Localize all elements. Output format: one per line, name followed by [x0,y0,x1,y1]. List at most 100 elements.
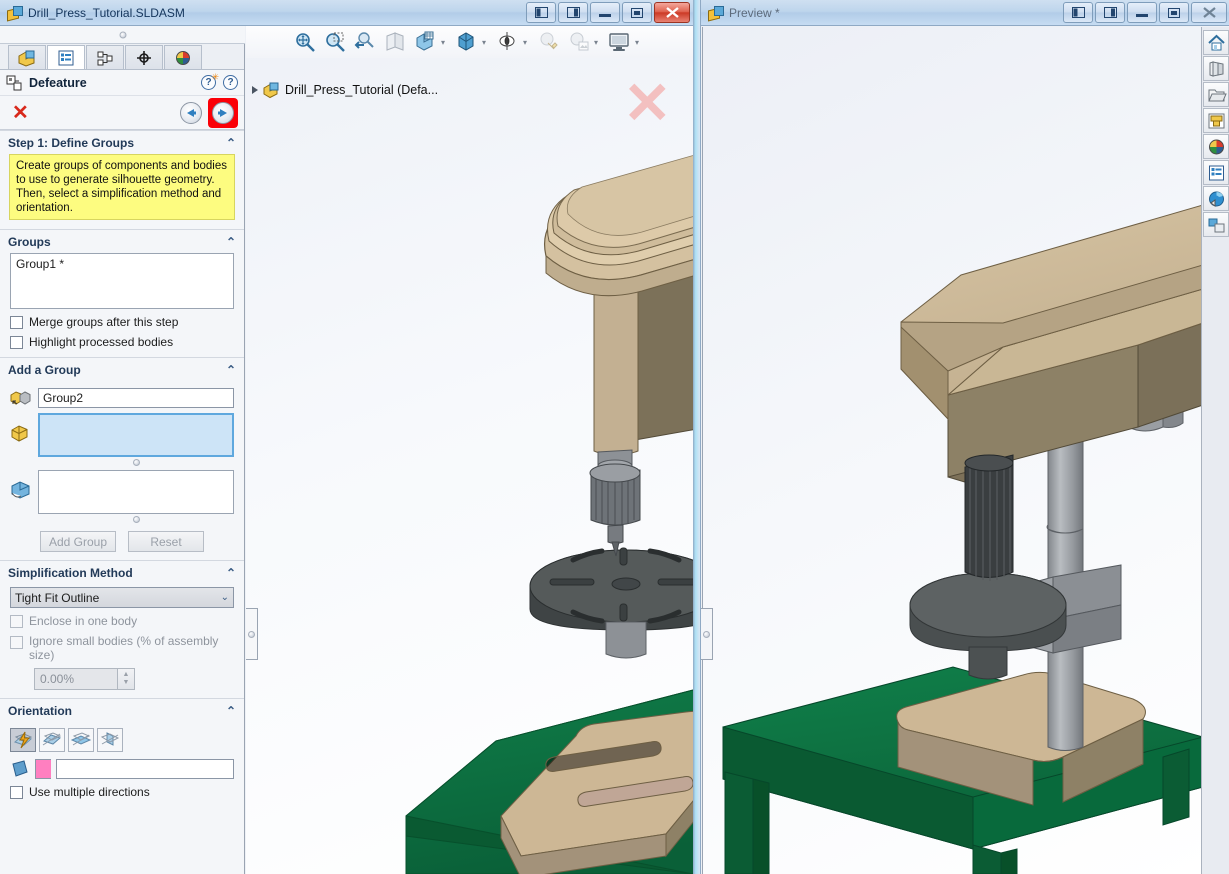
simplification-method-value: Tight Fit Outline [15,590,100,605]
property-list-icon [58,50,74,65]
minimize-button[interactable] [1127,2,1157,23]
next-button-highlight [208,97,238,128]
back-arrow-icon[interactable] [180,101,202,124]
chevron-down-icon[interactable]: ⌄ [221,592,229,603]
section-orientation: Orientation ⌃ Use multiple directions [0,698,244,807]
add-group-button[interactable]: Add Group [40,531,116,552]
merge-groups-checkbox-row[interactable]: Merge groups after this step [10,315,234,329]
reset-button[interactable]: Reset [128,531,204,552]
simplification-method-select[interactable]: Tight Fit Outline ⌄ [10,587,234,608]
feature-tree-tab[interactable] [8,45,46,69]
view-palette-icon[interactable] [1203,108,1229,133]
list-item[interactable]: Group1 * [16,257,228,271]
document-titlebar[interactable]: Drill_Press_Tutorial.SLDASM [0,0,693,26]
bodies-solid-icon [11,481,30,499]
close-button[interactable] [654,2,690,23]
section-step1-header[interactable]: Step 1: Define Groups ⌃ [0,131,244,154]
orientation-y-button[interactable] [68,728,94,752]
direction-selection-row [10,759,234,779]
grip-dot-icon[interactable] [132,459,140,466]
minimize-button[interactable] [590,2,620,23]
chevron-up-icon[interactable]: ⌃ [226,363,236,377]
property-manager-title: Defeature [29,75,87,90]
section-step1: Step 1: Define Groups ⌃ Create groups of… [0,130,244,229]
enclose-one-body-checkbox [10,614,23,628]
display-manager-tab[interactable] [164,45,202,69]
help-question-icon[interactable]: ? [223,75,238,90]
property-manager-tab[interactable] [47,45,85,69]
orient-plane-z-icon [100,732,120,746]
orientation-x-button[interactable] [39,728,65,752]
orientation-auto-button[interactable] [10,728,36,752]
highlight-bodies-checkbox-row[interactable]: Highlight processed bodies [10,335,234,349]
step1-hint-text: Create groups of components and bodies t… [9,154,235,220]
chevron-up-icon[interactable]: ⌃ [226,235,236,249]
highlight-bodies-checkbox[interactable] [10,335,23,349]
merge-groups-checkbox[interactable] [10,315,23,329]
chevron-up-icon[interactable]: ⌃ [226,566,236,580]
maximize-button[interactable] [1159,2,1189,23]
section-add-group-header[interactable]: Add a Group ⌃ [0,358,244,381]
whats-new-star-icon: ✳ [211,72,219,82]
preview-splitter-handle[interactable] [701,608,713,660]
restore-right-pane-button[interactable] [558,2,588,23]
sw-forum-icon[interactable] [1203,186,1229,211]
close-button[interactable] [1191,2,1227,23]
next-arrow-icon[interactable] [212,101,234,124]
dimxpert-target-icon [137,50,151,65]
document-window: Drill_Press_Tutorial.SLDASM Defeature ? … [0,0,693,874]
file-explorer-icon[interactable] [1203,82,1229,107]
cancel-x-icon[interactable]: ✕ [12,103,29,123]
section-add-group: Add a Group ⌃ Group2 Add Group Reset [0,357,244,560]
section-orientation-header[interactable]: Orientation ⌃ [0,699,244,722]
graphics-area-preview[interactable] [702,27,1202,874]
group-name-input[interactable]: Group2 [38,388,234,408]
dimxpert-manager-tab[interactable] [125,45,163,69]
ignore-small-bodies-row: Ignore small bodies (% of assembly size) [10,634,234,662]
ignore-small-bodies-checkbox [10,636,23,649]
orient-plane-x-icon [42,732,62,746]
direction-color-swatch [35,759,51,779]
appearances-scenes-icon[interactable] [1203,134,1229,159]
restore-right-pane-button[interactable] [1095,2,1125,23]
configuration-manager-tab[interactable] [86,45,124,69]
enclose-one-body-label: Enclose in one body [29,614,138,628]
panel-splitter-handle[interactable] [246,608,258,660]
section-simplification: Simplification Method ⌃ Tight Fit Outlin… [0,560,244,698]
bodies-selection-box[interactable] [38,470,234,514]
chevron-up-icon[interactable]: ⌃ [226,704,236,718]
components-selection-box[interactable] [38,413,234,457]
section-simplification-header[interactable]: Simplification Method ⌃ [0,561,244,584]
maximize-button[interactable] [622,2,652,23]
section-step1-title: Step 1: Define Groups [8,135,135,150]
use-multiple-directions-checkbox[interactable] [10,785,23,799]
direction-input[interactable] [56,759,234,779]
group-name-row: Group2 [10,388,234,408]
preview-titlebar[interactable]: Preview * [701,0,1229,26]
ignore-small-bodies-label: Ignore small bodies (% of assembly size) [29,634,219,662]
restore-left-pane-button[interactable] [1063,2,1093,23]
orientation-z-button[interactable] [97,728,123,752]
window-gap [693,0,700,874]
custom-properties-icon[interactable] [1203,160,1229,185]
section-groups-header[interactable]: Groups ⌃ [0,230,244,253]
groups-list[interactable]: Group1 * [10,253,234,309]
auto-orient-lightning-icon [14,731,33,749]
use-multiple-directions-row[interactable]: Use multiple directions [10,785,234,799]
dimxpert-pane-icon[interactable] [1203,212,1229,237]
panel-resize-grip[interactable] [0,26,245,44]
property-manager-panel: Defeature ? ✳ ? ✕ Step 1: Define Groups … [0,44,245,874]
assembly-tree-icon [18,50,35,67]
bodies-row [10,470,234,523]
defeature-icon [6,75,22,90]
design-library-icon[interactable] [1203,56,1229,81]
enclose-one-body-row: Enclose in one body [10,614,234,628]
grip-dot-icon [119,31,126,38]
chevron-up-icon[interactable]: ⌃ [226,136,236,150]
grip-dot-icon[interactable] [132,516,140,523]
graphics-area-main[interactable]: ▾ ▾ ▾ ▾ ▾ Drill_Press_Tutorial (Defa... … [246,26,693,874]
section-groups: Groups ⌃ Group1 * Merge groups after thi… [0,229,244,357]
restore-left-pane-button[interactable] [526,2,556,23]
sw-resources-home-icon[interactable] [1203,30,1229,55]
section-groups-title: Groups [8,234,51,249]
